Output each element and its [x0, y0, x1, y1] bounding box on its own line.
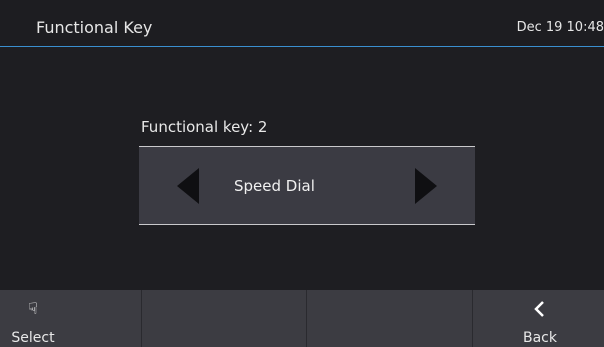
hand-pointer-icon: ☟	[28, 299, 38, 318]
phone-screen: Functional Key Dec 19 10:48 Functional k…	[0, 0, 604, 347]
back-label: Back	[523, 330, 557, 346]
datetime-display: Dec 19 10:48	[516, 20, 604, 35]
selector-value: Speed Dial	[234, 177, 315, 195]
softkey-2[interactable]	[142, 290, 307, 347]
softkey-bar: ☟ Select Back	[0, 290, 604, 347]
select-button[interactable]: ☟ Select	[0, 290, 142, 347]
chevron-left-icon	[515, 300, 565, 318]
softkey-3[interactable]	[307, 290, 473, 347]
triangle-left-icon[interactable]	[177, 168, 199, 204]
page-title: Functional Key	[36, 18, 153, 37]
header-divider	[0, 46, 604, 47]
back-button[interactable]: Back	[473, 290, 604, 347]
triangle-right-icon[interactable]	[415, 168, 437, 204]
select-label: Select	[11, 330, 55, 346]
functional-key-label: Functional key: 2	[141, 118, 268, 136]
header-bar: Functional Key Dec 19 10:48	[0, 0, 604, 46]
